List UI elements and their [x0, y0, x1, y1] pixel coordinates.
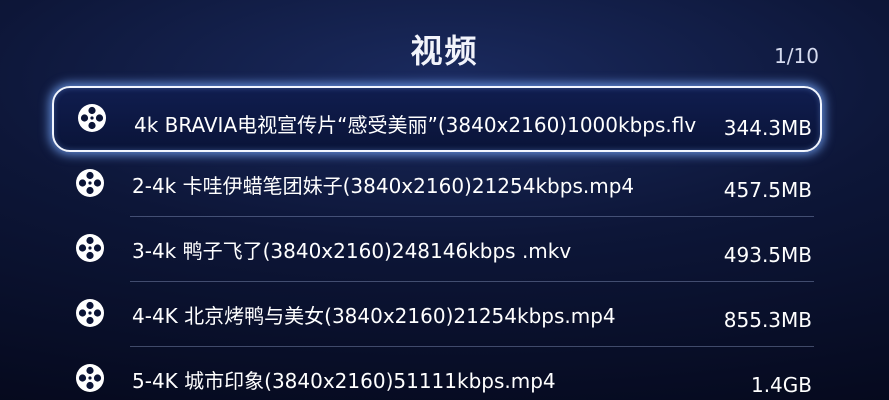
film-reel-icon: [78, 104, 106, 132]
film-reel-icon: [76, 234, 104, 262]
film-reel-icon: [76, 169, 104, 197]
video-file-name: 4k BRAVIA电视宣传片“感受美丽”(3840x2160)1000kbps.…: [134, 113, 697, 137]
video-file-name: 3-4k 鸭子飞了(3840x2160)248146kbps .mkv: [132, 239, 572, 263]
video-list-item[interactable]: 4k BRAVIA电视宣传片“感受美丽”(3840x2160)1000kbps.…: [52, 86, 822, 152]
video-list-item[interactable]: 2-4k 卡哇伊蜡笔团妹子(3840x2160)21254kbps.mp4 45…: [52, 152, 822, 217]
video-file-name: 4-4K 北京烤鸭与美女(3840x2160)21254kbps.mp4: [132, 304, 616, 328]
video-file-list: 4k BRAVIA电视宣传片“感受美丽”(3840x2160)1000kbps.…: [52, 86, 822, 400]
video-file-name: 5-4K 城市印象(3840x2160)51111kbps.mp4: [132, 369, 556, 393]
film-reel-icon: [76, 299, 104, 327]
page-indicator: 1/10: [774, 44, 819, 68]
video-file-size: 344.3MB: [723, 116, 812, 140]
video-list-item[interactable]: 4-4K 北京烤鸭与美女(3840x2160)21254kbps.mp4 855…: [52, 282, 822, 347]
video-list-item[interactable]: 3-4k 鸭子飞了(3840x2160)248146kbps .mkv 493.…: [52, 217, 822, 282]
video-file-size: 855.3MB: [723, 308, 812, 332]
video-file-size: 457.5MB: [723, 178, 812, 202]
video-file-name: 2-4k 卡哇伊蜡笔团妹子(3840x2160)21254kbps.mp4: [132, 174, 635, 198]
video-file-size: 1.4GB: [750, 373, 812, 397]
video-file-size: 493.5MB: [723, 243, 812, 267]
film-reel-icon: [76, 364, 104, 392]
page-title: 视频: [410, 32, 479, 70]
video-list-item[interactable]: 5-4K 城市印象(3840x2160)51111kbps.mp4 1.4GB: [52, 347, 822, 400]
